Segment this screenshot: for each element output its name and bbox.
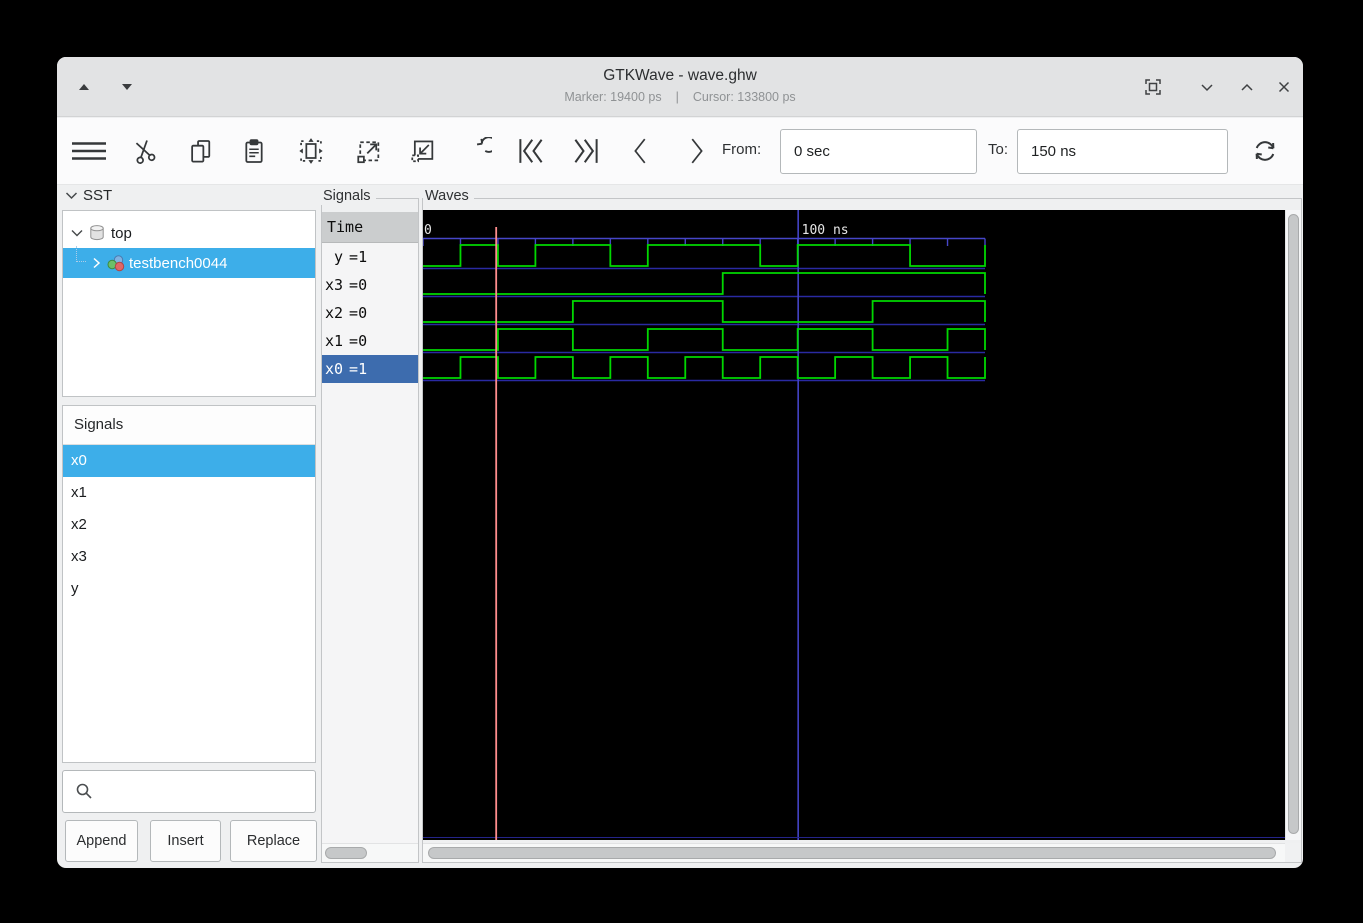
wave-x0 — [423, 356, 986, 379]
undo-icon — [476, 137, 492, 153]
copy-icon — [191, 140, 211, 163]
zoom-fit-button[interactable] — [288, 128, 334, 174]
module-icon — [107, 254, 125, 271]
paste-icon — [245, 139, 263, 163]
search-icon — [76, 783, 92, 799]
expander-right-icon — [93, 257, 101, 269]
copy-button[interactable] — [178, 128, 224, 174]
wave-x2 — [423, 300, 986, 323]
fullscreen-button[interactable] — [1140, 74, 1166, 100]
signal-row-x0[interactable]: x0 =1 — [322, 355, 418, 383]
skip-to-end-icon — [574, 139, 598, 163]
wave-x1 — [423, 328, 986, 351]
insert-button[interactable]: Insert — [150, 820, 221, 862]
step-forward-button[interactable] — [673, 128, 719, 174]
fullscreen-icon — [1145, 79, 1161, 95]
minimize-button[interactable] — [1194, 74, 1220, 100]
zoom-in-icon — [411, 140, 434, 163]
signal-name-rows: y =1 x3 =0 x2 =0 x1 =0 x0 =1 — [322, 243, 418, 383]
maximize-button[interactable] — [1234, 74, 1260, 100]
list-item-x1[interactable]: x1 — [63, 477, 315, 509]
close-button[interactable] — [1271, 74, 1297, 100]
list-item-x3[interactable]: x3 — [63, 541, 315, 573]
sst-expander[interactable]: SST — [65, 187, 112, 204]
menu-button[interactable] — [66, 128, 112, 174]
waves-scroll-thumb[interactable] — [428, 847, 1276, 859]
reload-icon — [1255, 141, 1275, 161]
waves-frame-label: Waves — [423, 188, 474, 205]
from-input[interactable] — [780, 129, 977, 174]
skip-to-start-button[interactable] — [508, 128, 554, 174]
timescale-major-label: 100 ns — [802, 223, 849, 238]
zoom-fit-icon — [299, 138, 323, 164]
list-item-y[interactable]: y — [63, 573, 315, 605]
database-icon — [90, 225, 104, 241]
waves-vscroll-thumb[interactable] — [1288, 214, 1299, 834]
toolbar: From: To: — [57, 118, 1303, 185]
tree-guide-line — [76, 246, 86, 262]
signal-row-x2[interactable]: x2 =0 — [322, 299, 418, 327]
signal-row-y[interactable]: y =1 — [322, 243, 418, 271]
signal-search-input[interactable] — [102, 771, 315, 812]
zoom-in-button[interactable] — [400, 128, 446, 174]
chevron-down-icon — [1201, 84, 1213, 92]
chevron-down-icon — [65, 192, 78, 200]
waves-vertical-scrollbar[interactable] — [1285, 210, 1301, 840]
step-back-button[interactable] — [618, 128, 664, 174]
list-item-x0[interactable]: x0 — [63, 445, 315, 477]
to-label: To: — [988, 141, 1009, 158]
replace-button[interactable]: Replace — [230, 820, 317, 862]
sst-label: SST — [83, 187, 113, 204]
cut-button[interactable] — [121, 128, 167, 174]
cut-icon — [135, 140, 156, 164]
timescale-start-label: 0 — [424, 223, 432, 238]
signal-row-x1[interactable]: x1 =0 — [322, 327, 418, 355]
names-scroll-thumb[interactable] — [325, 847, 367, 859]
append-button[interactable]: Append — [65, 820, 138, 862]
window-subtitle: Marker: 19400 ps | Cursor: 133800 ps — [57, 90, 1303, 104]
waves-horizontal-scrollbar[interactable] — [423, 843, 1285, 862]
signal-list-panel: Signals x0 x1 x2 x3 y — [62, 405, 316, 763]
names-horizontal-scrollbar[interactable] — [322, 843, 418, 862]
undo-button[interactable] — [455, 128, 501, 174]
list-item-x2[interactable]: x2 — [63, 509, 315, 541]
step-forward-icon — [691, 138, 703, 164]
gtkwave-window: GTKWave - wave.ghw Marker: 19400 ps | Curs… — [57, 57, 1303, 868]
names-column-empty-area — [322, 383, 418, 843]
reload-button[interactable] — [1242, 128, 1288, 174]
wave-x3 — [423, 272, 986, 295]
zoom-out-button[interactable] — [346, 128, 392, 174]
from-label: From: — [722, 141, 762, 158]
wave-y — [423, 244, 986, 267]
waveform-svg: 0 100 ns — [422, 210, 1285, 840]
wave-canvas[interactable]: 0 100 ns — [422, 210, 1285, 840]
tree-item-label: testbench0044 — [129, 254, 228, 272]
signal-row-x3[interactable]: x3 =0 — [322, 271, 418, 299]
chevron-up-icon — [1241, 83, 1253, 91]
expander-down-icon — [71, 230, 83, 237]
search-box[interactable] — [62, 770, 316, 813]
tree-item-testbench[interactable]: testbench0044 — [63, 246, 315, 278]
step-back-icon — [634, 138, 646, 164]
window-title: GTKWave - wave.ghw — [603, 67, 757, 84]
skip-to-start-icon — [519, 139, 543, 163]
titlebar[interactable]: GTKWave - wave.ghw Marker: 19400 ps | Curs… — [57, 57, 1303, 117]
signal-list-header: Signals — [63, 406, 315, 445]
marker-readout: Marker: 19400 ps — [564, 90, 662, 104]
subtitle-separator: | — [675, 90, 679, 104]
signals-frame-label: Signals — [321, 188, 376, 205]
menu-icon — [72, 142, 106, 160]
paste-button[interactable] — [231, 128, 277, 174]
cursor-readout: Cursor: 133800 ps — [692, 90, 796, 104]
tree-item-label: top — [111, 224, 132, 242]
zoom-out-icon — [357, 141, 380, 164]
sst-tree: top testbench0044 — [62, 210, 316, 397]
skip-to-end-button[interactable] — [563, 128, 609, 174]
scrollbar-corner — [1285, 843, 1301, 862]
close-icon — [1278, 81, 1290, 93]
time-header[interactable]: Time — [322, 212, 418, 243]
tree-item-top[interactable]: top — [63, 218, 315, 248]
to-input[interactable] — [1017, 129, 1228, 174]
